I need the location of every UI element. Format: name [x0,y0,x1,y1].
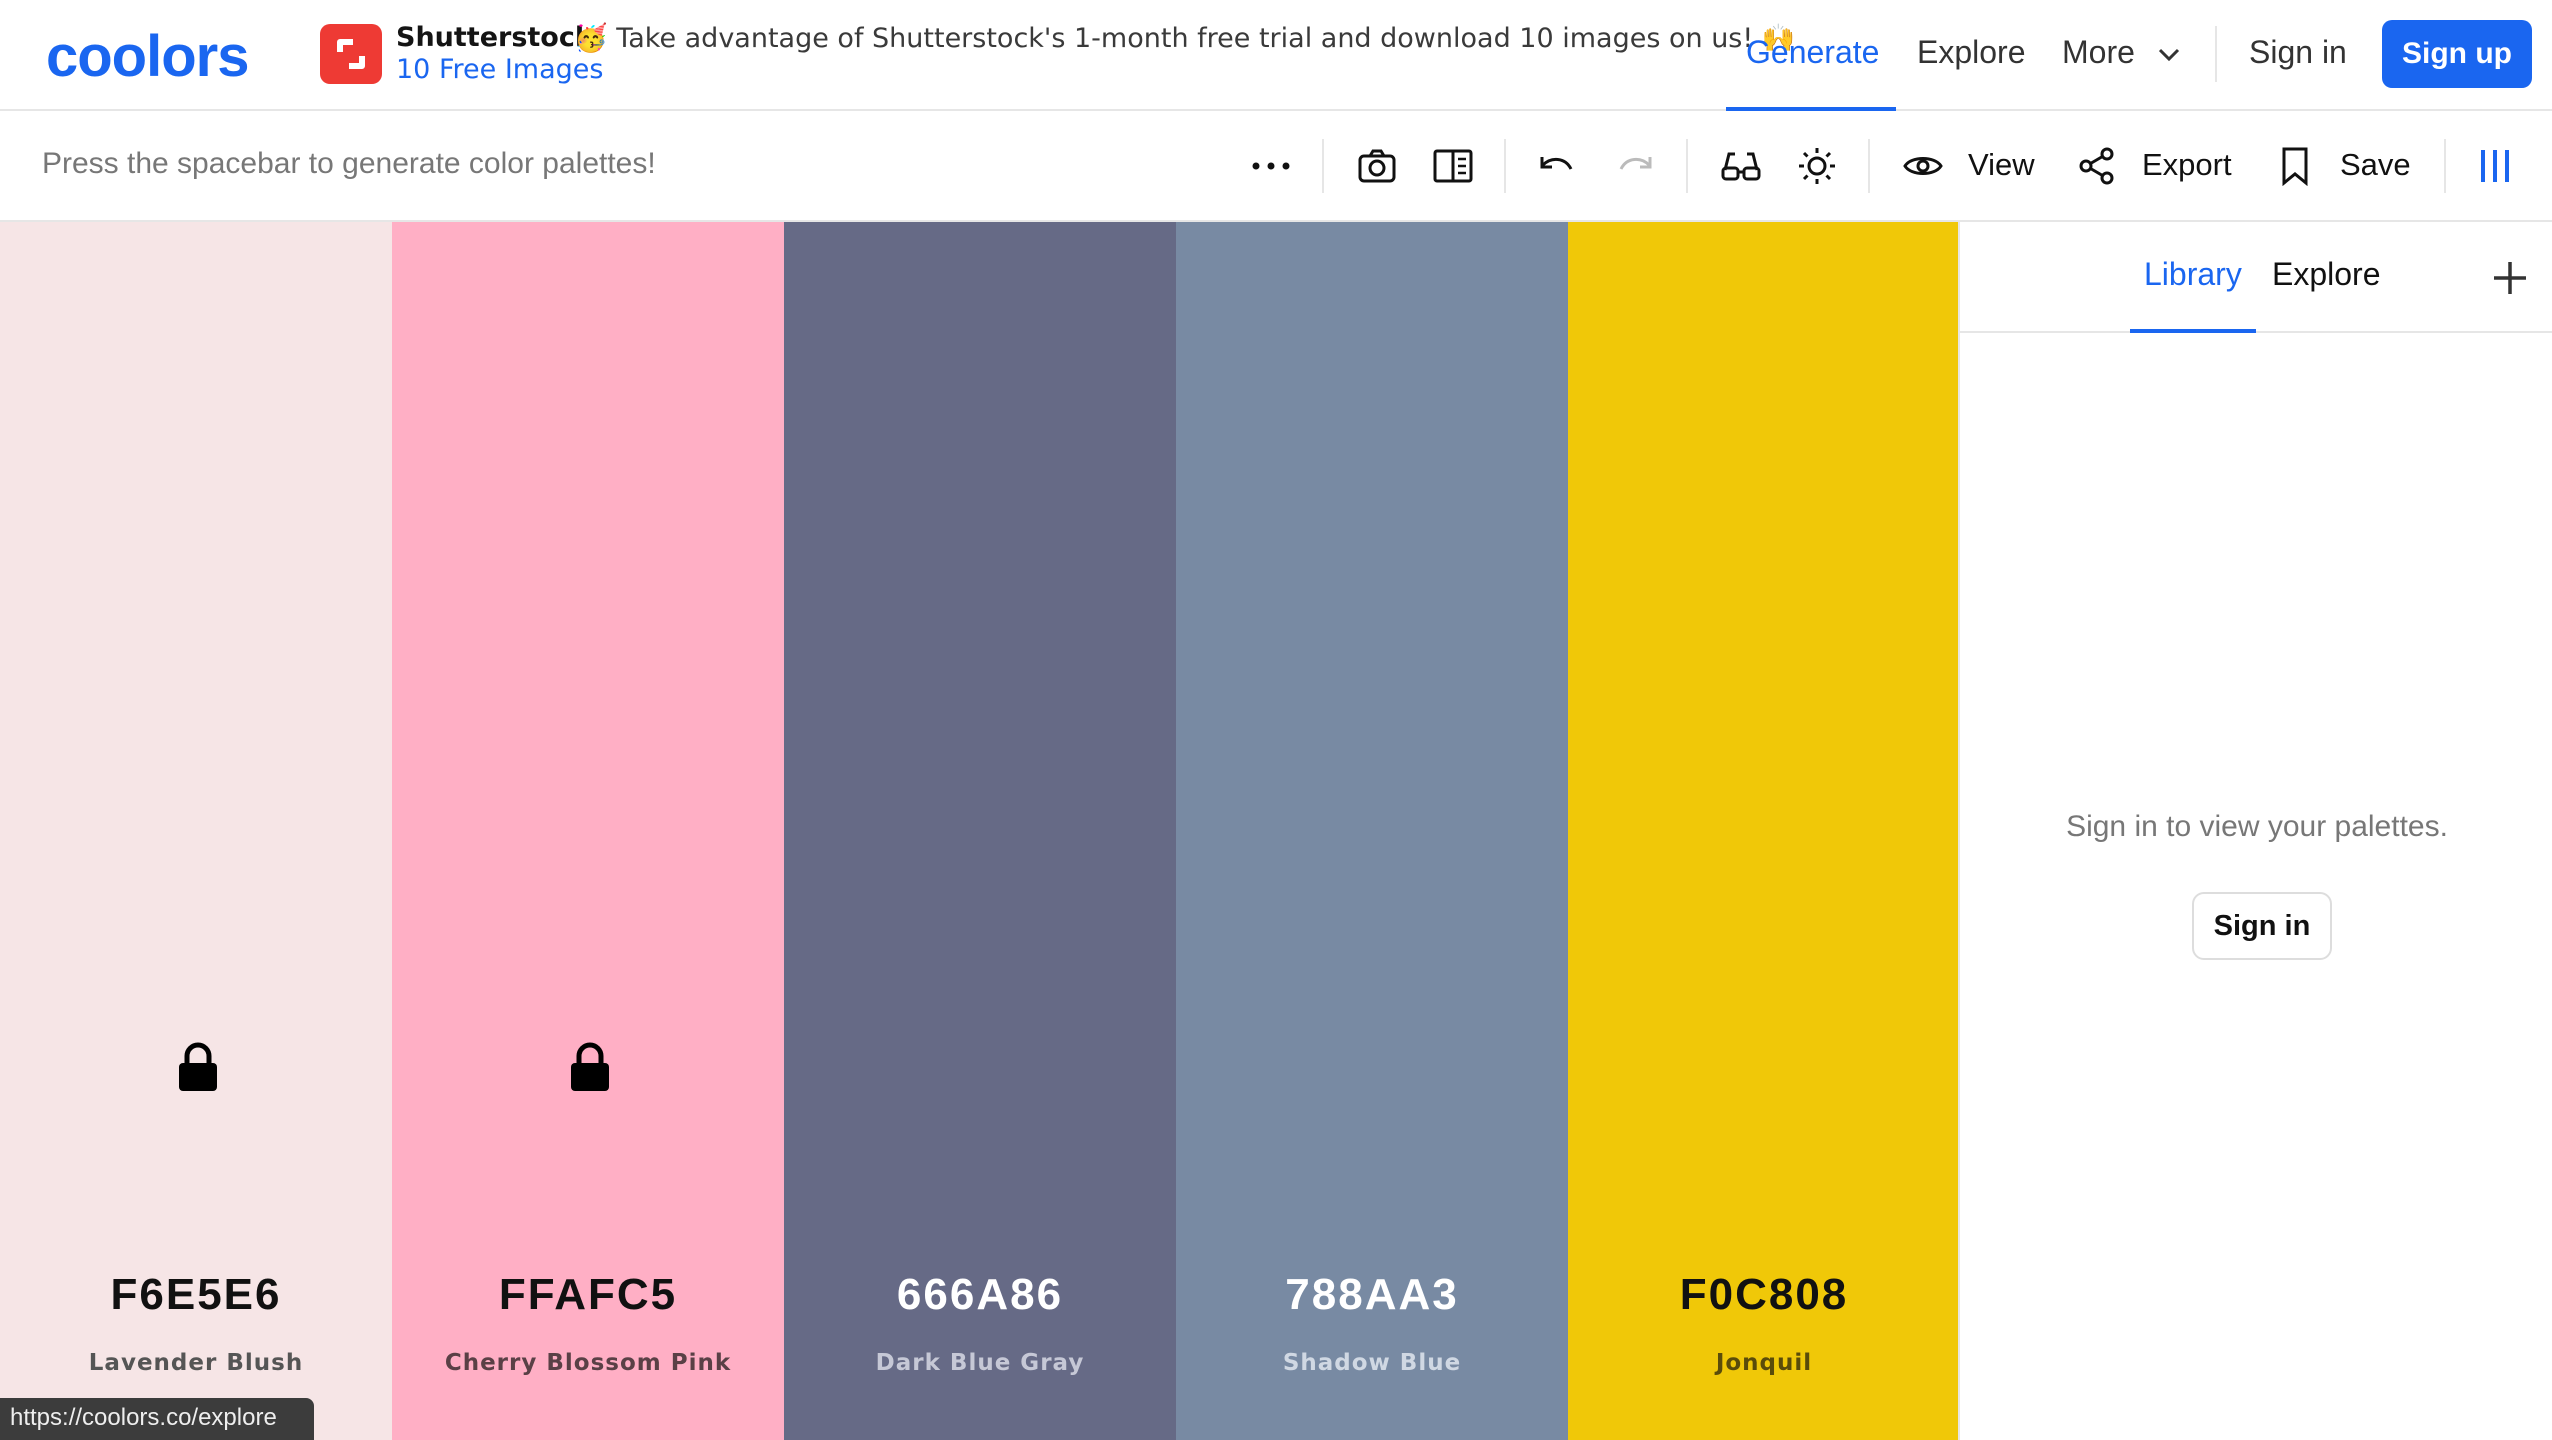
palette-split-icon[interactable] [1428,141,1478,191]
panel-message: Sign in to view your palettes. [2066,810,2448,843]
top-nav: coolors Shutterstock 🥳 Take advantage of… [0,0,2552,111]
status-url: https://coolors.co/explore [0,1398,314,1440]
camera-icon[interactable] [1352,141,1402,191]
color-hex[interactable]: 666A86 [784,1270,1176,1320]
library-panel: Library Explore Sign in to view your pal… [1958,222,2552,1440]
toolbar: Press the spacebar to generate color pal… [0,111,2552,222]
ad-message[interactable]: 🥳 Take advantage of Shutterstock's 1-mon… [574,22,1795,54]
shutterstock-logo-icon[interactable] [320,24,382,84]
palette: F6E5E6 Lavender Blush FFAFC5 Cherry Blos… [0,222,1960,1440]
ad-brand[interactable]: Shutterstock [396,22,593,53]
color-hex[interactable]: FFAFC5 [392,1270,784,1320]
bookmark-icon[interactable] [2270,141,2320,191]
tab-explore[interactable]: Explore [2272,256,2381,293]
redo-icon[interactable] [1610,141,1660,191]
color-name[interactable]: Shadow Blue [1176,1350,1568,1376]
tab-active-indicator [2130,329,2256,333]
eye-icon[interactable] [1898,141,1948,191]
nav-generate[interactable]: Generate [1746,34,1879,71]
color-hex[interactable]: F6E5E6 [0,1270,392,1320]
color-name[interactable]: Jonquil [1568,1350,1960,1376]
nav-more[interactable]: More [2062,34,2182,71]
nav-divider [2215,26,2217,82]
logo-text: coolors [46,24,249,89]
color-name[interactable]: Dark Blue Gray [784,1350,1176,1376]
toolbar-divider [1868,139,1870,193]
tab-library[interactable]: Library [2144,256,2242,293]
plus-icon[interactable] [2488,256,2532,300]
lock-icon[interactable] [176,1042,220,1092]
toolbar-divider [1504,139,1506,193]
toolbar-divider [2444,139,2446,193]
color-hex[interactable]: F0C808 [1568,1270,1960,1320]
brightness-icon[interactable] [1792,141,1842,191]
undo-icon[interactable] [1532,141,1582,191]
export-button[interactable]: Export [2142,147,2232,183]
toolbar-divider [1686,139,1688,193]
nav-explore[interactable]: Explore [1917,34,2026,71]
nav-sign-in[interactable]: Sign in [2249,34,2347,71]
more-options-icon[interactable] [1246,141,1296,191]
glasses-icon[interactable] [1716,141,1766,191]
color-swatch[interactable]: F0C808 Jonquil [1568,222,1960,1440]
color-swatch[interactable]: 788AA3 Shadow Blue [1176,222,1568,1440]
color-name[interactable]: Cherry Blossom Pink [392,1350,784,1376]
color-swatch[interactable]: F6E5E6 Lavender Blush [0,222,392,1440]
columns-icon[interactable] [2470,141,2520,191]
sign-up-button[interactable]: Sign up [2382,20,2532,88]
coolors-logo[interactable]: coolors [46,24,272,90]
ad-link[interactable]: 10 Free Images [396,54,603,85]
panel-tabs: Library Explore [1960,222,2552,333]
generate-hint: Press the spacebar to generate color pal… [42,147,656,180]
panel-sign-in-button[interactable]: Sign in [2192,892,2332,960]
chevron-down-icon [2158,48,2179,61]
view-button[interactable]: View [1968,147,2035,183]
color-swatch[interactable]: 666A86 Dark Blue Gray [784,222,1176,1440]
color-swatch[interactable]: FFAFC5 Cherry Blossom Pink [392,222,784,1440]
save-button[interactable]: Save [2340,147,2411,183]
nav-more-label: More [2062,34,2135,70]
share-icon[interactable] [2072,141,2122,191]
color-name[interactable]: Lavender Blush [0,1350,392,1376]
lock-icon[interactable] [568,1042,612,1092]
toolbar-divider [1322,139,1324,193]
color-hex[interactable]: 788AA3 [1176,1270,1568,1320]
